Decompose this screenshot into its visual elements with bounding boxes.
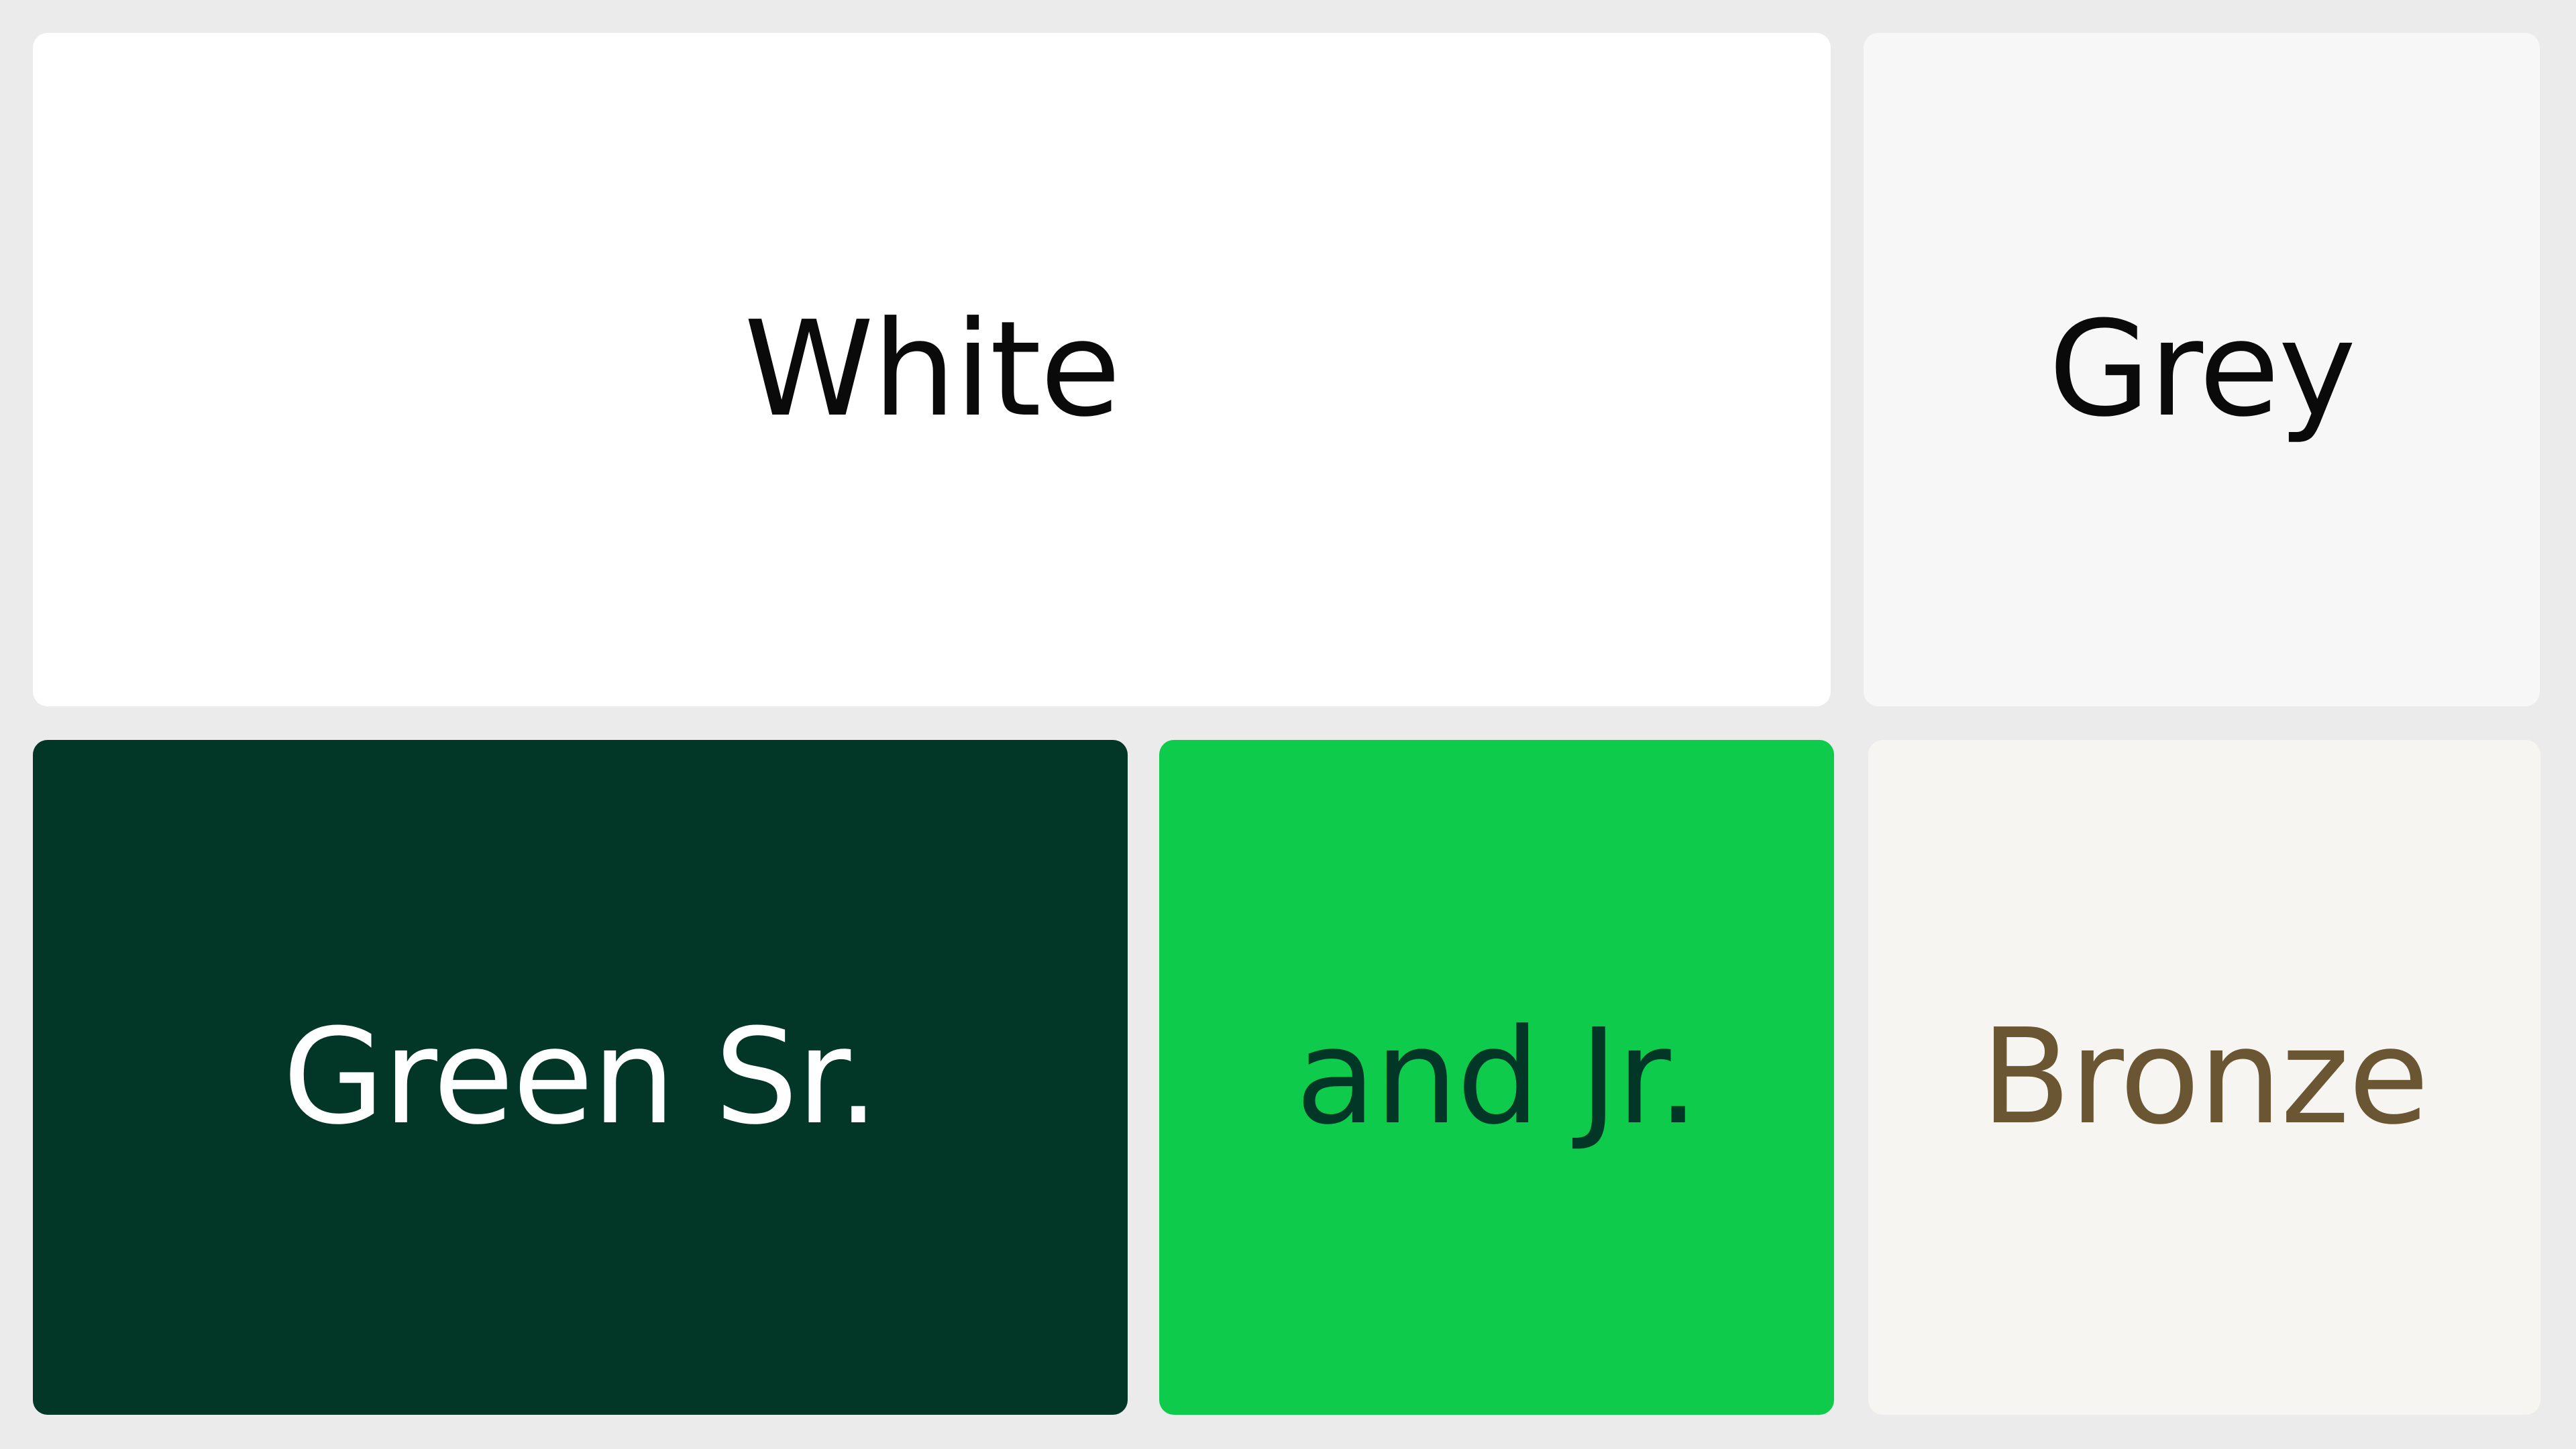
swatch-white: White xyxy=(33,33,1831,706)
swatch-label-green-jr: and Jr. xyxy=(1295,1001,1699,1154)
swatch-bronze: Bronze xyxy=(1868,740,2540,1415)
swatch-label-bronze: Bronze xyxy=(1980,1001,2429,1154)
swatch-label-grey: Grey xyxy=(2048,293,2357,446)
swatch-green-sr: Green Sr. xyxy=(33,740,1128,1415)
swatch-label-white: White xyxy=(744,293,1121,446)
swatch-green-jr: and Jr. xyxy=(1159,740,1834,1415)
swatch-label-green-sr: Green Sr. xyxy=(282,1001,879,1154)
swatch-grey: Grey xyxy=(1864,33,2540,706)
